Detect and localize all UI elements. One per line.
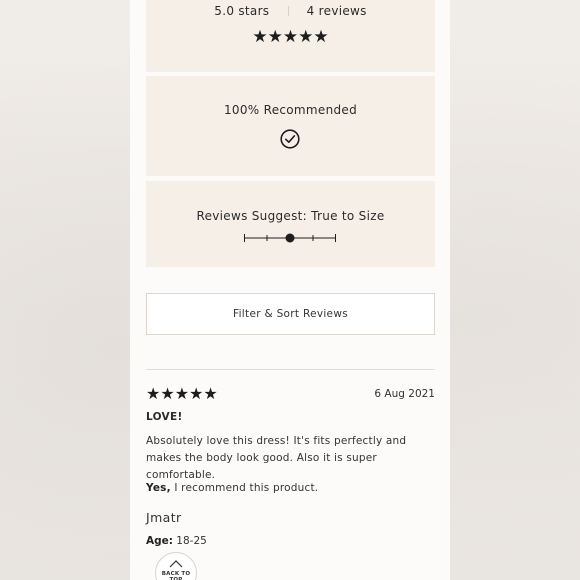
reviews-panel: 5.0 stars 4 reviews ★★★★★ 100% Recommend… bbox=[130, 0, 450, 580]
review-date: 6 Aug 2021 bbox=[374, 388, 435, 400]
review-age: Age: 18-25 bbox=[146, 535, 207, 547]
recommend-percentage: 100% Recommended bbox=[223, 103, 358, 117]
age-label: Age: bbox=[146, 535, 173, 547]
size-fit-scale bbox=[244, 233, 336, 243]
check-circle-icon bbox=[280, 129, 300, 149]
age-value: 18-25 bbox=[172, 535, 207, 547]
size-fit-box: Reviews Suggest: True to Size bbox=[146, 181, 435, 267]
size-fit-marker bbox=[285, 233, 295, 243]
review-recommendation: Yes, I recommend this product. bbox=[146, 482, 318, 494]
back-to-top-label: BACK TO TOP bbox=[161, 571, 191, 580]
summary-divider bbox=[287, 6, 289, 16]
review-divider bbox=[146, 369, 435, 370]
filter-sort-button[interactable]: Filter & Sort Reviews bbox=[146, 293, 435, 335]
recommend-yes: Yes, bbox=[146, 482, 171, 494]
recommend-box: 100% Recommended bbox=[146, 76, 435, 176]
size-fit-label: Reviews Suggest: True to Size bbox=[196, 209, 385, 223]
average-rating-text: 5.0 stars bbox=[214, 4, 270, 18]
review-count-link[interactable]: 4 reviews bbox=[307, 4, 367, 18]
rating-summary-box: 5.0 stars 4 reviews ★★★★★ bbox=[146, 0, 435, 72]
chevron-up-icon bbox=[169, 560, 183, 568]
review-title: LOVE! bbox=[146, 411, 183, 423]
back-to-top-button[interactable]: BACK TO TOP bbox=[155, 552, 197, 580]
average-rating-stars: ★★★★★ bbox=[252, 27, 329, 47]
review-rating-stars: ★★★★★ bbox=[146, 384, 218, 403]
review-author: Jmatr bbox=[146, 510, 182, 525]
review-body: Absolutely love this dress! It's fits pe… bbox=[146, 435, 407, 481]
rating-summary-row: 5.0 stars 4 reviews bbox=[146, 4, 435, 18]
recommend-text: I recommend this product. bbox=[170, 482, 319, 494]
